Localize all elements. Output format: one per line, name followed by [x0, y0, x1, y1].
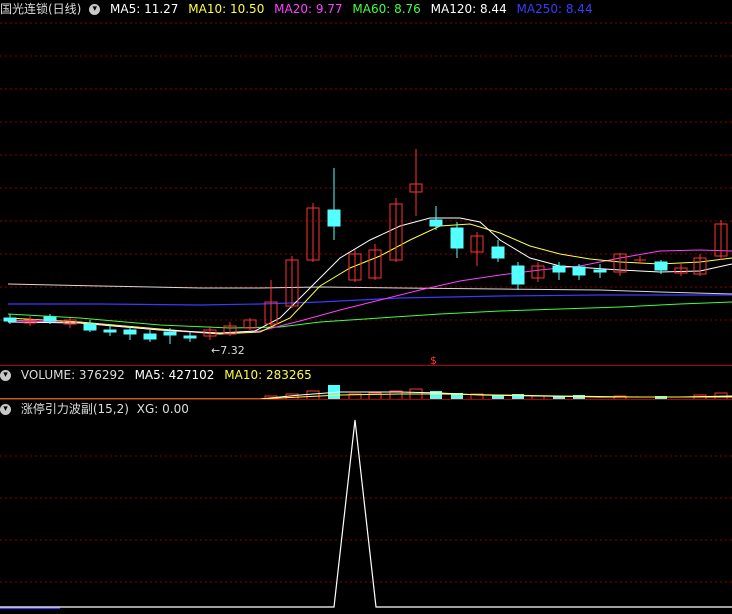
ma250-line — [8, 294, 732, 306]
indicator-chart[interactable] — [0, 418, 732, 614]
indicator-xg: XG: 0.00 — [136, 402, 189, 416]
signal-marker: $ — [430, 354, 437, 365]
ma5-label: MA5: 11.27 — [110, 2, 179, 16]
volume-value: VOLUME: 376292 — [20, 368, 125, 382]
chevron-down-icon[interactable]: ▾ — [0, 370, 11, 381]
ma120-label: MA120: 8.44 — [430, 2, 507, 16]
indicator-legend: ▾ 涨停引力波副(15,2) XG: 0.00 — [0, 400, 195, 418]
ma60-label: MA60: 8.76 — [352, 2, 421, 16]
price-chart[interactable]: ←7.32 $ — [0, 18, 732, 365]
stock-title: 国光连锁(日线) — [0, 2, 82, 16]
ma120-line — [7, 283, 732, 295]
ma20-label: MA20: 9.77 — [274, 2, 343, 16]
xg-signal-line — [0, 419, 732, 608]
low-price-marker: ←7.32 — [211, 344, 245, 357]
indicator-title: 涨停引力波副(15,2) — [20, 402, 129, 416]
candles — [3, 149, 728, 344]
chevron-down-icon[interactable]: ▾ — [89, 4, 101, 15]
volume-legend: ▾ VOLUME: 376292 MA5: 427102 MA10: 28326… — [0, 366, 318, 384]
volume-ma5: MA5: 427102 — [134, 368, 215, 382]
main-legend: 国光连锁(日线) ▾ MA5: 11.27 MA10: 10.50 MA20: … — [0, 0, 599, 18]
ma5-line — [7, 217, 732, 334]
ma10-label: MA10: 10.50 — [188, 2, 265, 16]
ma250-label: MA250: 8.44 — [516, 2, 593, 16]
volume-ma10: MA10: 283265 — [224, 368, 312, 382]
chevron-down-icon[interactable]: ▾ — [0, 404, 11, 415]
volume-chart[interactable] — [0, 383, 732, 400]
ma60-line — [7, 301, 732, 329]
